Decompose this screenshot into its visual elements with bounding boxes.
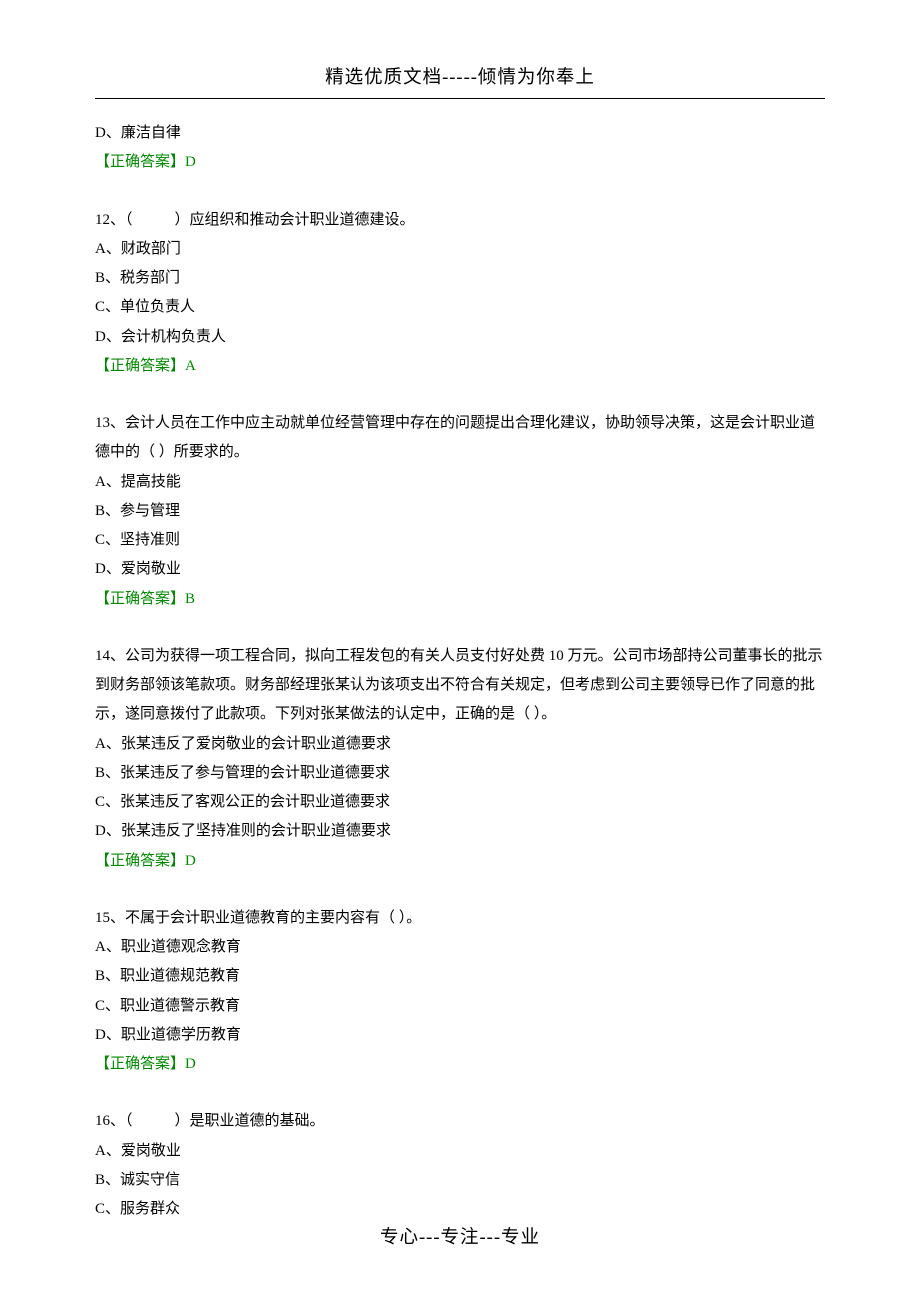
q12-option-a: A、财政部门 — [95, 235, 825, 264]
q14-option-b: B、张某违反了参与管理的会计职业道德要求 — [95, 759, 825, 788]
stem-suffix: ）是职业道德的基础。 — [175, 1113, 325, 1129]
q12-answer: 【正确答案】A — [95, 352, 825, 381]
gap — [95, 614, 825, 642]
q11-answer: 【正确答案】D — [95, 148, 825, 177]
gap — [95, 381, 825, 409]
gap — [95, 1079, 825, 1107]
q16-option-a: A、爱岗敬业 — [95, 1137, 825, 1166]
gap — [95, 178, 825, 206]
stem-prefix: 12、（ — [95, 212, 133, 228]
answer-label: 【正确答案】 — [95, 853, 185, 869]
q15-option-d: D、职业道德学历教育 — [95, 1021, 825, 1050]
q14-option-a: A、张某违反了爱岗敬业的会计职业道德要求 — [95, 730, 825, 759]
stem-prefix: 16、（ — [95, 1113, 133, 1129]
q14-option-d: D、张某违反了坚持准则的会计职业道德要求 — [95, 817, 825, 846]
q13-option-d: D、爱岗敬业 — [95, 555, 825, 584]
answer-value: A — [185, 358, 196, 374]
q15-option-b: B、职业道德规范教育 — [95, 962, 825, 991]
q12-option-c: C、单位负责人 — [95, 293, 825, 322]
answer-value: D — [185, 1056, 196, 1072]
q14-answer: 【正确答案】D — [95, 847, 825, 876]
q13-stem: 13、会计人员在工作中应主动就单位经营管理中存在的问题提出合理化建议，协助领导决… — [95, 409, 825, 468]
stem-suffix: ）应组织和推动会计职业道德建设。 — [175, 212, 415, 228]
q13-option-a: A、提高技能 — [95, 468, 825, 497]
answer-label: 【正确答案】 — [95, 591, 185, 607]
q13-option-b: B、参与管理 — [95, 497, 825, 526]
q12-option-b: B、税务部门 — [95, 264, 825, 293]
answer-label: 【正确答案】 — [95, 154, 185, 170]
gap — [95, 876, 825, 904]
q12-stem: 12、（ ）应组织和推动会计职业道德建设。 — [95, 206, 825, 235]
q16-stem: 16、（ ）是职业道德的基础。 — [95, 1107, 825, 1136]
answer-value: B — [185, 591, 195, 607]
q14-stem: 14、公司为获得一项工程合同，拟向工程发包的有关人员支付好处费 10 万元。公司… — [95, 642, 825, 730]
q15-answer: 【正确答案】D — [95, 1050, 825, 1079]
q15-option-a: A、职业道德观念教育 — [95, 933, 825, 962]
answer-value: D — [185, 853, 196, 869]
header-divider — [95, 98, 825, 99]
q13-option-c: C、坚持准则 — [95, 526, 825, 555]
q12-option-d: D、会计机构负责人 — [95, 323, 825, 352]
footer-text: 专心---专注---专业 — [0, 1220, 920, 1256]
q15-stem: 15、不属于会计职业道德教育的主要内容有（ ）。 — [95, 904, 825, 933]
answer-label: 【正确答案】 — [95, 1056, 185, 1072]
q16-option-b: B、诚实守信 — [95, 1166, 825, 1195]
q14-option-c: C、张某违反了客观公正的会计职业道德要求 — [95, 788, 825, 817]
q11-option-d: D、廉洁自律 — [95, 119, 825, 148]
header-title: 精选优质文档-----倾情为你奉上 — [95, 60, 825, 96]
answer-value: D — [185, 154, 196, 170]
document-content: D、廉洁自律 【正确答案】D 12、（）应组织和推动会计职业道德建设。 A、财政… — [95, 119, 825, 1224]
q13-answer: 【正确答案】B — [95, 585, 825, 614]
q15-option-c: C、职业道德警示教育 — [95, 992, 825, 1021]
answer-label: 【正确答案】 — [95, 358, 185, 374]
